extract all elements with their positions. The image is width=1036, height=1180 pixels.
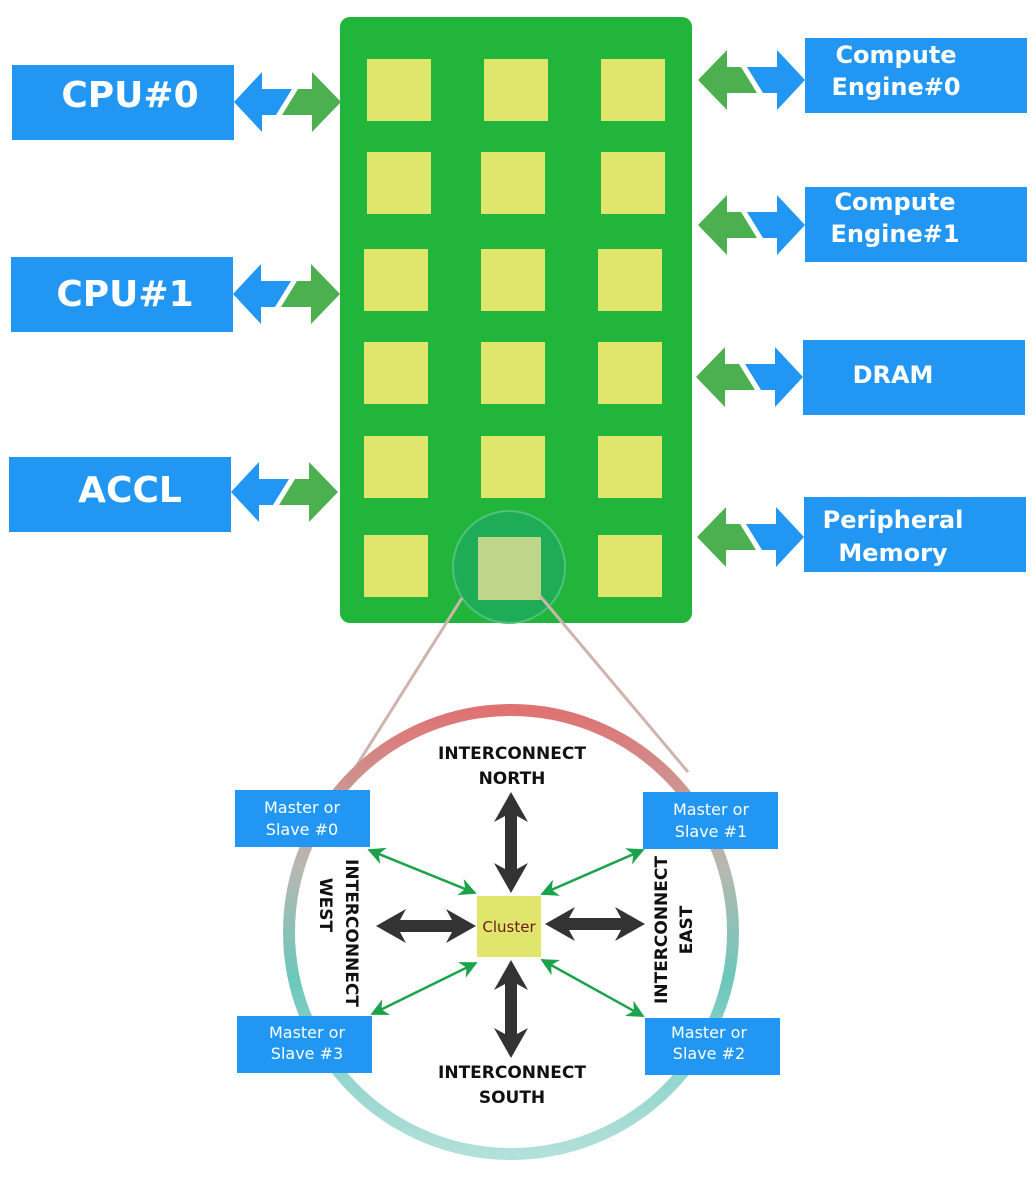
master-slave-0-line1: Master or — [264, 798, 341, 817]
green-arrow-cpu0 — [282, 72, 341, 132]
blue-arrow-cpu0 — [234, 72, 292, 132]
cluster-tile — [598, 249, 662, 311]
green-arrow-ce1 — [698, 195, 757, 255]
master-slave-3: Master or Slave #3 — [237, 1016, 372, 1073]
blue-arrow-ce1 — [747, 195, 805, 255]
cluster-tile — [364, 436, 428, 498]
green-arrow-ce0 — [698, 50, 757, 110]
master-slave-1-line2: Slave #1 — [675, 822, 747, 841]
master-slave-1-line1: Master or — [673, 800, 750, 819]
cluster-tile — [481, 436, 545, 498]
master-slave-0-line2: Slave #0 — [266, 820, 338, 839]
cluster-tile — [367, 59, 431, 121]
interconnect-west-line1: INTERCONNECT — [341, 859, 361, 1007]
master-slave-3-line2: Slave #3 — [271, 1044, 343, 1063]
blue-arrow-accl — [231, 462, 289, 522]
interconnect-north-line1: INTERCONNECT — [438, 744, 586, 764]
peripheral-memory-line2: Memory — [838, 539, 947, 567]
cluster-tile — [481, 249, 545, 311]
blue-arrow-ce0 — [747, 50, 805, 110]
peripheral-memory-block: Peripheral Memory — [804, 497, 1026, 572]
compute-engine1-block: Compute Engine#1 — [805, 187, 1027, 262]
dram-label: DRAM — [853, 361, 934, 389]
green-arrow-dram — [696, 347, 755, 407]
cluster-tile — [481, 342, 545, 404]
accl-block: ACCL — [9, 457, 231, 532]
cpu1-block: CPU#1 — [11, 257, 233, 332]
cpu1-label: CPU#1 — [56, 274, 193, 315]
cluster-node: Cluster — [477, 896, 541, 957]
dram-block: DRAM — [803, 340, 1025, 415]
master-slave-2-line1: Master or — [671, 1023, 748, 1042]
master-slave-2: Master or Slave #2 — [645, 1018, 780, 1075]
cluster-tile — [598, 342, 662, 404]
cluster-tile — [367, 152, 431, 214]
cluster-tile — [364, 342, 428, 404]
interconnect-west-line2: WEST — [315, 878, 335, 933]
master-slave-1: Master or Slave #1 — [643, 792, 778, 849]
highlighted-cluster-tile — [478, 537, 541, 600]
cpu0-block: CPU#0 — [12, 65, 234, 140]
cluster-tile — [364, 249, 428, 311]
interconnect-east-line2: EAST — [677, 905, 697, 954]
blue-arrow-cpu1 — [233, 264, 291, 324]
interconnect-east-line1: INTERCONNECT — [652, 856, 672, 1004]
master-slave-2-line2: Slave #2 — [673, 1044, 745, 1063]
accl-label: ACCL — [78, 470, 182, 511]
cluster-tile — [601, 152, 665, 214]
green-arrow-cpu1 — [281, 264, 340, 324]
cluster-label: Cluster — [482, 918, 536, 936]
compute-engine1-line2: Engine#1 — [830, 220, 959, 248]
soc-interconnect-diagram: CPU#0 CPU#1 ACCL Compute Engine#0 Comput… — [9, 17, 1027, 1160]
compute-engine0-line1: Compute — [835, 41, 956, 69]
interconnect-south-line1: INTERCONNECT — [438, 1063, 586, 1083]
compute-engine1-line1: Compute — [834, 188, 955, 216]
interconnect-south-line2: SOUTH — [479, 1088, 545, 1108]
cluster-tile — [484, 59, 548, 121]
cluster-tile — [481, 152, 545, 214]
cluster-tile — [364, 535, 428, 597]
compute-engine0-line2: Engine#0 — [831, 73, 960, 101]
green-arrow-periph — [697, 507, 756, 567]
blue-arrow-periph — [746, 507, 804, 567]
interconnect-north-line2: NORTH — [479, 769, 546, 789]
green-arrow-accl — [279, 462, 338, 522]
peripheral-memory-line1: Peripheral — [823, 506, 964, 534]
cpu0-label: CPU#0 — [61, 75, 198, 116]
cluster-tile — [598, 535, 662, 597]
cluster-tile — [598, 436, 662, 498]
blue-arrow-dram — [745, 347, 803, 407]
cluster-tile — [601, 59, 665, 121]
master-slave-3-line1: Master or — [269, 1023, 346, 1042]
compute-engine0-block: Compute Engine#0 — [805, 38, 1027, 113]
master-slave-0: Master or Slave #0 — [235, 790, 370, 847]
